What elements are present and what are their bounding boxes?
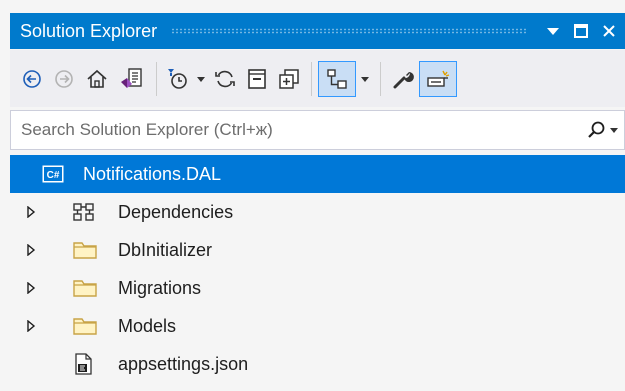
maximize-icon [574, 24, 588, 38]
tree-item-dependencies[interactable]: Dependencies [10, 193, 625, 231]
toolbar [10, 50, 625, 107]
folder-icon [72, 307, 98, 345]
view-hierarchy-dropdown[interactable] [356, 61, 374, 97]
switch-views-button[interactable] [114, 61, 150, 97]
tree-item-label: appsettings.json [118, 353, 249, 374]
expand-arrow-icon[interactable] [24, 193, 38, 231]
close-button[interactable] [597, 17, 621, 45]
dependencies-icon [72, 193, 96, 231]
pending-changes-filter-button[interactable] [163, 61, 193, 97]
switch-views-icon [121, 67, 142, 88]
tree-item-file[interactable]: appsettings.json [10, 345, 625, 383]
dropdown-arrow-icon[interactable] [608, 125, 620, 135]
tree-item-folder[interactable]: DbInitializer [10, 231, 625, 269]
pending-changes-filter-icon [168, 68, 187, 89]
collapse-all-icon [248, 68, 266, 89]
dropdown-arrow-icon [547, 28, 559, 35]
svg-text:C#: C# [47, 170, 60, 181]
view-hierarchy-button[interactable] [318, 60, 356, 97]
preview-selected-items-icon [427, 70, 450, 87]
search-options[interactable] [586, 119, 620, 141]
csharp-project-icon: C# [42, 155, 64, 193]
home-button[interactable] [80, 61, 114, 97]
sync-icon [215, 70, 235, 87]
home-icon [87, 69, 107, 88]
toolbar-separator [311, 61, 312, 96]
json-file-icon [72, 345, 96, 383]
properties-button[interactable] [387, 61, 419, 97]
solution-tree: C# Notifications.DAL Dependencies DbInit… [10, 155, 625, 391]
window-title: Solution Explorer [20, 20, 158, 41]
sync-button[interactable] [209, 61, 241, 97]
preview-selected-items-button[interactable] [419, 60, 457, 97]
tree-item-label: Models [118, 315, 177, 336]
filter-dropdown[interactable] [193, 61, 209, 97]
window-position-button[interactable] [541, 17, 565, 45]
tree-item-label: DbInitializer [118, 239, 213, 260]
folder-icon [72, 231, 98, 269]
forward-button[interactable] [48, 61, 80, 97]
tree-item-folder[interactable]: Models [10, 307, 625, 345]
back-icon [23, 69, 41, 88]
expand-arrow-icon[interactable] [24, 307, 38, 345]
forward-icon [55, 69, 73, 88]
close-icon [603, 25, 615, 37]
show-all-files-icon [279, 68, 299, 89]
toolbar-separator [380, 61, 381, 96]
view-hierarchy-icon [327, 68, 347, 89]
tree-item-label: Notifications.DAL [83, 163, 222, 184]
show-all-files-button[interactable] [273, 61, 305, 97]
dropdown-arrow-icon [197, 76, 205, 82]
collapse-all-button[interactable] [241, 61, 273, 97]
title-bar: Solution Explorer [10, 13, 625, 49]
search-icon[interactable] [586, 119, 608, 141]
maximize-button[interactable] [569, 17, 593, 45]
back-button[interactable] [16, 61, 48, 97]
dropdown-arrow-icon [361, 76, 369, 82]
tree-item-project[interactable]: C# Notifications.DAL [10, 155, 625, 193]
expand-arrow-icon[interactable] [24, 231, 38, 269]
folder-icon [72, 269, 98, 307]
tree-item-label: Migrations [118, 277, 202, 298]
toolbar-separator [156, 61, 157, 96]
properties-icon [393, 71, 414, 88]
expand-arrow-icon[interactable] [24, 269, 38, 307]
tree-item-label: Dependencies [118, 201, 234, 222]
search-input[interactable] [11, 119, 586, 141]
tree-item-folder[interactable]: Migrations [10, 269, 625, 307]
search-box [10, 110, 625, 150]
drag-grip[interactable] [171, 28, 527, 34]
